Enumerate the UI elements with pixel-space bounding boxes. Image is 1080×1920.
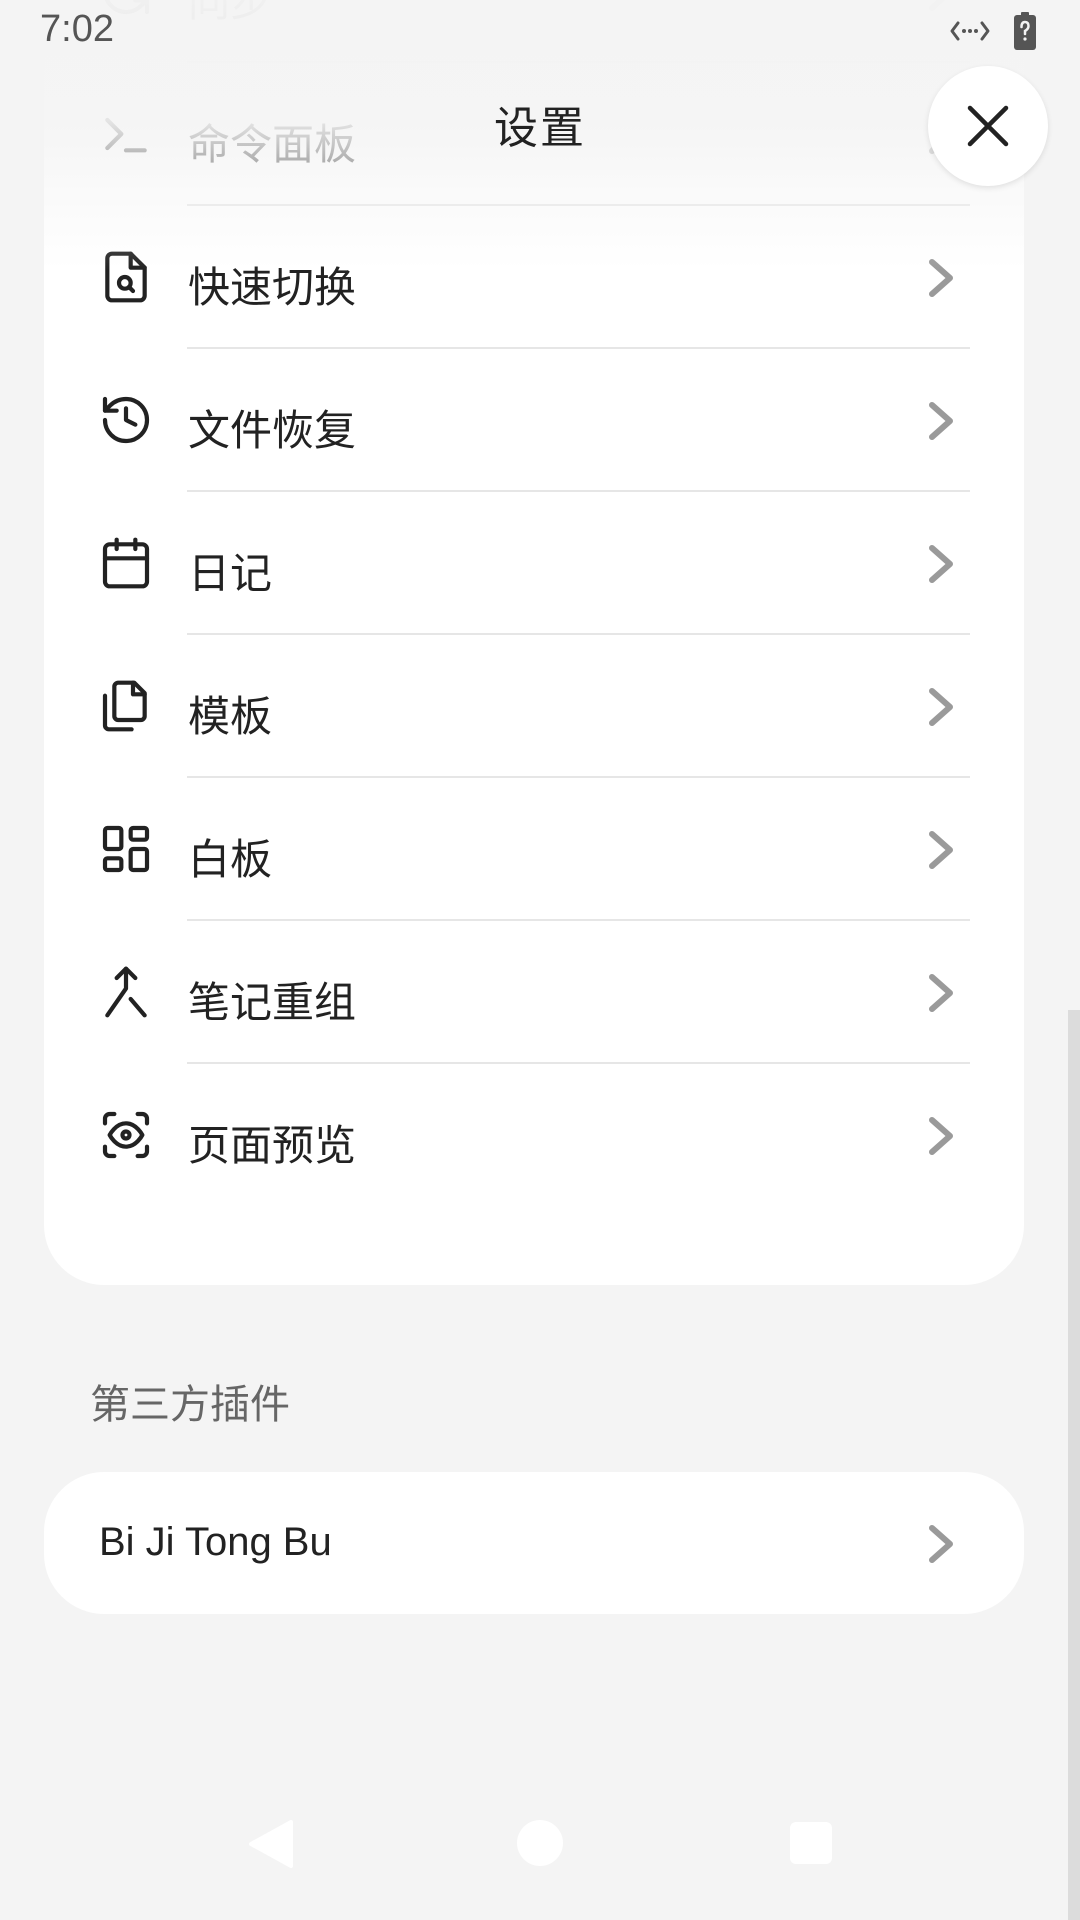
layout-dashboard-icon — [102, 825, 150, 873]
recents-button[interactable] — [790, 1822, 832, 1864]
chevron-right-icon — [929, 688, 953, 726]
close-icon — [967, 105, 1009, 147]
navigation-bar — [0, 1790, 1080, 1920]
core-plugins-card: 同步 命令面板 快速切换 文件恢复 日记 模板 白板 笔记重组 页面预览 — [44, 0, 1024, 1285]
chevron-right-icon — [929, 974, 953, 1012]
plugin-row-quick-switcher[interactable]: 快速切换 — [44, 206, 1024, 349]
scrollbar[interactable] — [1068, 1010, 1080, 1920]
status-bar: 7:02 — [0, 0, 1080, 64]
chevron-right-icon — [929, 259, 953, 297]
third-party-plugins-card: Bi Ji Tong Bu — [44, 1472, 1024, 1614]
merge-icon — [105, 966, 147, 1018]
plugin-label: 白板 — [188, 835, 273, 884]
plugin-row-templates[interactable]: 模板 — [44, 635, 1024, 778]
plugin-row-file-recovery[interactable]: 文件恢复 — [44, 349, 1024, 492]
plugin-row-canvas[interactable]: 白板 — [44, 778, 1024, 921]
battery-unknown-icon — [1014, 12, 1036, 50]
calendar-icon — [102, 537, 150, 589]
chevron-right-icon — [929, 402, 953, 440]
plugin-label: 页面预览 — [188, 1121, 357, 1170]
chevron-right-icon — [929, 1525, 953, 1563]
status-icons — [950, 12, 1036, 50]
status-time: 7:02 — [40, 8, 114, 50]
close-button[interactable] — [928, 66, 1048, 186]
plugin-label: 笔记重组 — [188, 978, 357, 1027]
data-transfer-icon — [950, 21, 990, 41]
chevron-right-icon — [929, 831, 953, 869]
page-title: 设置 — [494, 103, 586, 154]
plugin-label: 日记 — [188, 549, 273, 598]
plugin-row-bi-ji-tong-bu[interactable]: Bi Ji Tong Bu — [44, 1472, 1024, 1615]
plugin-label: 快速切换 — [188, 263, 357, 312]
plugin-label: 文件恢复 — [188, 406, 357, 455]
section-title-third-party: 第三方插件 — [90, 1382, 290, 1428]
plugin-row-page-preview[interactable]: 页面预览 — [44, 1064, 1024, 1207]
settings-screen: 同步 命令面板 快速切换 文件恢复 日记 模板 白板 笔记重组 页面预览 第三方… — [0, 0, 1080, 1920]
plugin-label: 模板 — [188, 692, 273, 741]
history-icon — [102, 396, 150, 444]
chevron-right-icon — [929, 545, 953, 583]
file-search-icon — [105, 251, 147, 303]
home-button[interactable] — [517, 1820, 563, 1866]
files-icon — [102, 680, 147, 732]
chevron-right-icon — [929, 1117, 953, 1155]
plugin-label: Bi Ji Tong Bu — [99, 1520, 332, 1564]
scan-eye-icon — [102, 1111, 150, 1159]
plugin-row-note-composer[interactable]: 笔记重组 — [44, 921, 1024, 1064]
plugin-row-daily-notes[interactable]: 日记 — [44, 492, 1024, 635]
back-icon[interactable] — [245, 1818, 295, 1870]
